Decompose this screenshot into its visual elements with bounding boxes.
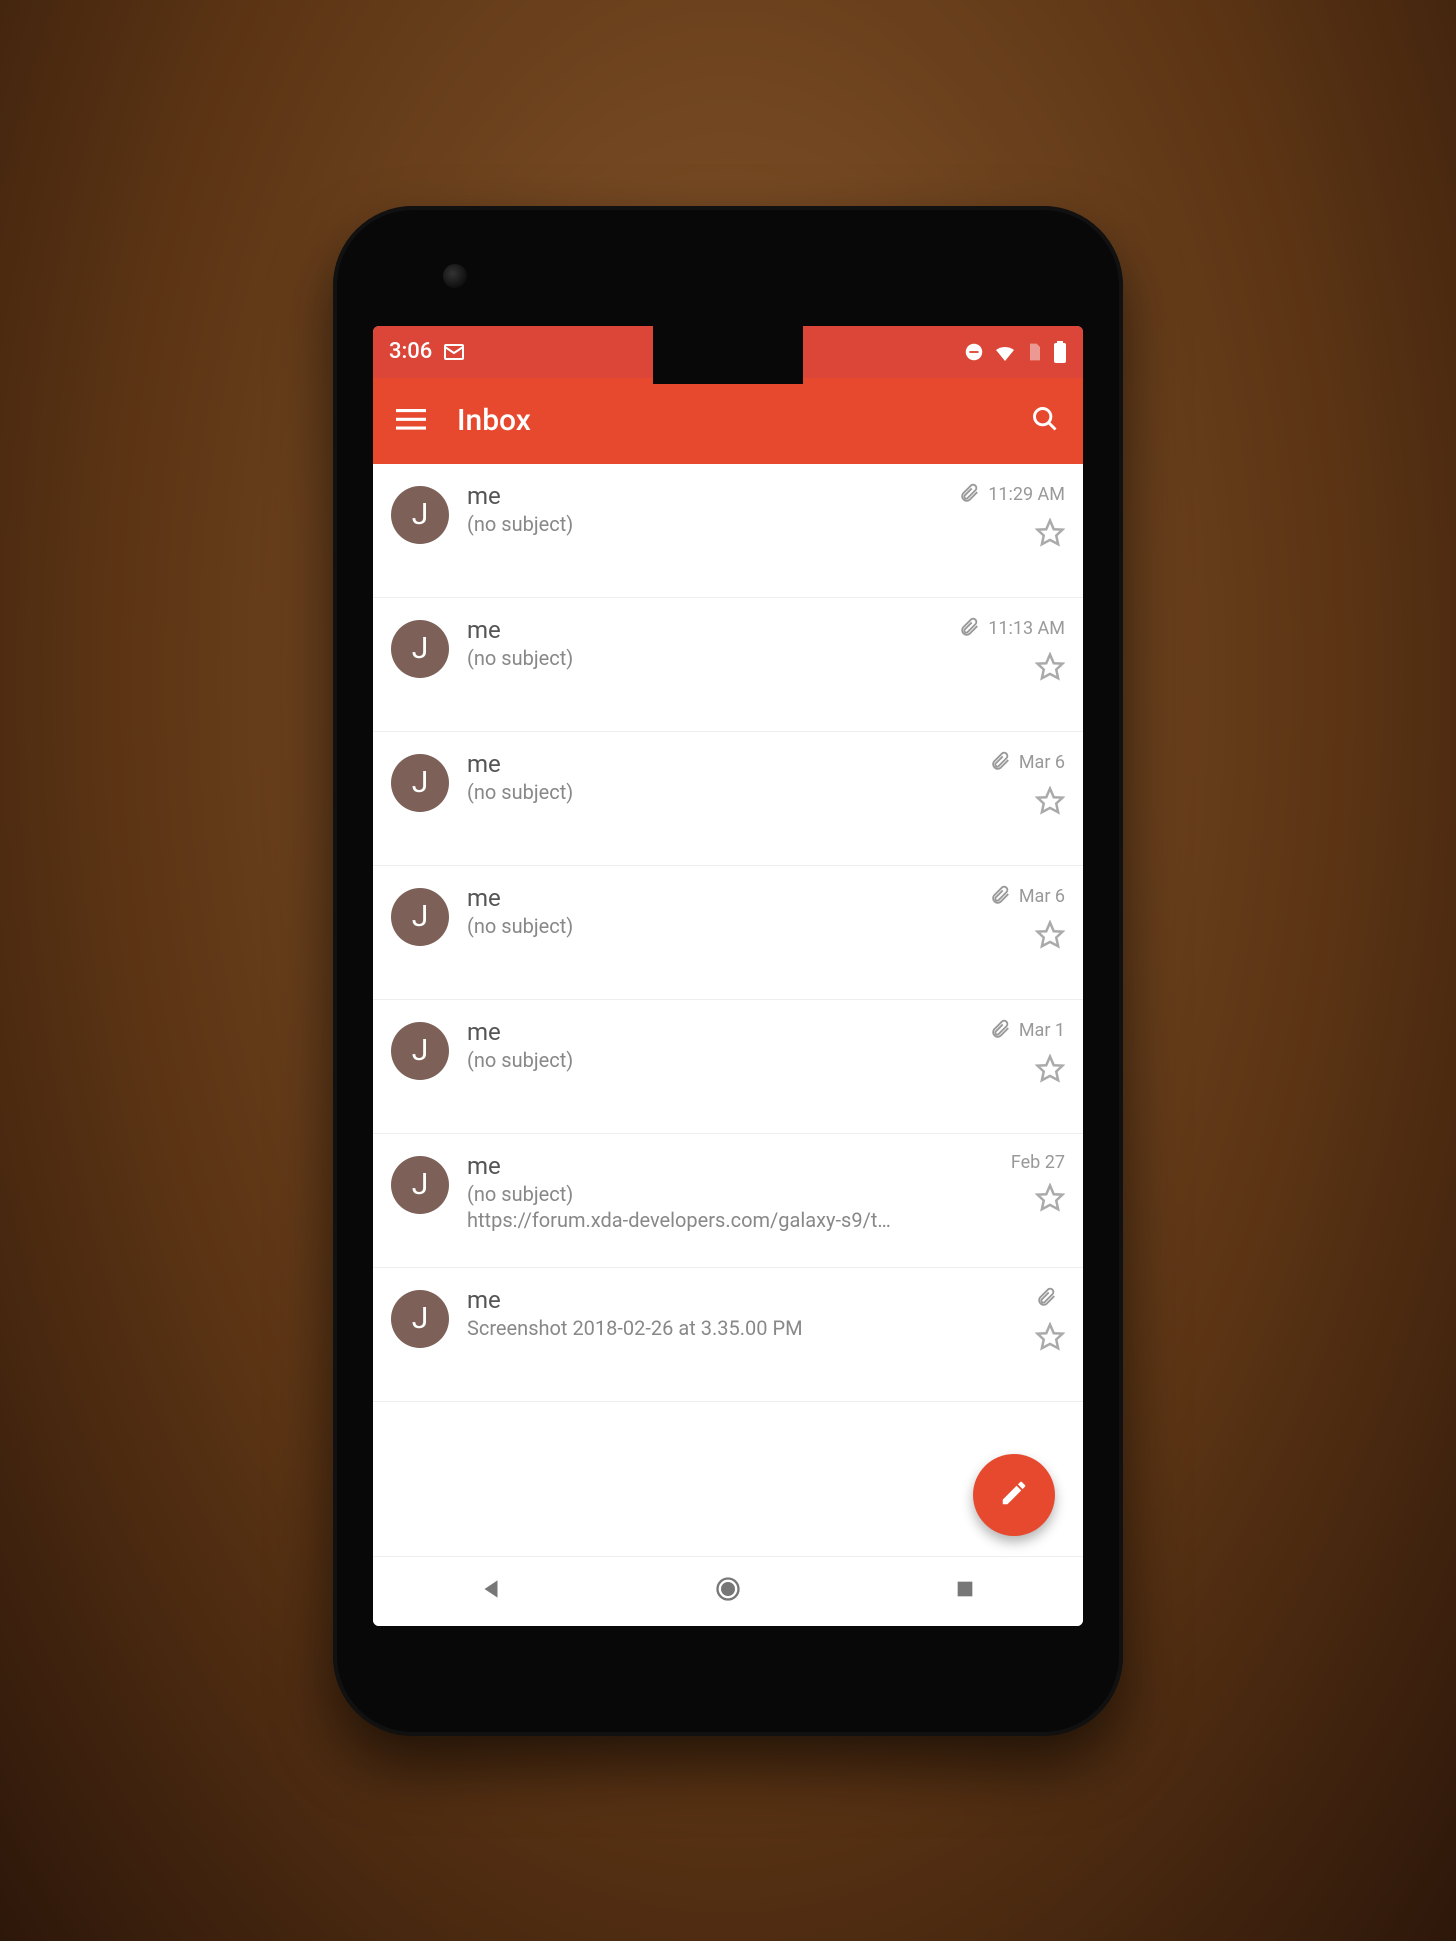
back-button[interactable] [474, 1574, 508, 1608]
email-meta: Mar 1 [955, 1018, 1065, 1119]
email-row[interactable]: J me (no subject) Mar 6 [373, 732, 1083, 866]
display-notch [653, 326, 803, 384]
sender-name: me [467, 1018, 937, 1047]
star-button[interactable] [1035, 1183, 1065, 1217]
email-time: 11:29 AM [988, 484, 1065, 505]
attachment-icon [958, 616, 980, 642]
sender-avatar[interactable]: J [391, 620, 449, 678]
email-body: me (no subject) [467, 750, 937, 851]
email-meta: Feb 27 [955, 1152, 1065, 1253]
do-not-disturb-icon [963, 341, 985, 363]
email-body: me (no subject) [467, 482, 937, 583]
attachment-icon [1035, 1286, 1057, 1312]
sender-name: me [467, 750, 937, 779]
sender-name: me [467, 884, 937, 913]
attachment-icon [989, 884, 1011, 910]
page-title: Inbox [457, 403, 999, 438]
star-button[interactable] [1035, 1322, 1065, 1356]
email-list[interactable]: J me (no subject) 11:29 AM J me (no subj… [373, 464, 1083, 1556]
circle-home-icon [714, 1575, 742, 1607]
email-meta: 11:13 AM [955, 616, 1065, 717]
battery-icon [1053, 341, 1067, 363]
phone-frame: 3:06 [333, 206, 1123, 1736]
status-clock: 3:06 [389, 339, 432, 364]
sender-name: me [467, 1152, 937, 1181]
email-row[interactable]: J me (no subject) https://forum.xda-deve… [373, 1134, 1083, 1268]
search-icon [1031, 405, 1059, 437]
email-body: me (no subject) https://forum.xda-develo… [467, 1152, 937, 1253]
attachment-icon [989, 1018, 1011, 1044]
wifi-icon [993, 340, 1017, 364]
email-meta: Mar 6 [955, 884, 1065, 985]
system-nav-bar [373, 1556, 1083, 1626]
email-subject: (no subject) [467, 646, 937, 670]
sender-avatar[interactable]: J [391, 1290, 449, 1348]
sender-avatar[interactable]: J [391, 486, 449, 544]
sender-name: me [467, 616, 937, 645]
sender-avatar[interactable]: J [391, 888, 449, 946]
star-button[interactable] [1035, 518, 1065, 552]
search-button[interactable] [1025, 401, 1065, 441]
gmail-status-icon [442, 340, 466, 364]
email-subject: (no subject) [467, 914, 937, 938]
sender-avatar[interactable]: J [391, 754, 449, 812]
email-time: Mar 6 [1019, 886, 1065, 907]
email-body: me (no subject) [467, 1018, 937, 1119]
email-row[interactable]: J me (no subject) 11:29 AM [373, 464, 1083, 598]
email-snippet: https://forum.xda-developers.com/galaxy-… [467, 1208, 937, 1232]
email-subject: (no subject) [467, 1048, 937, 1072]
pencil-icon [999, 1478, 1029, 1512]
recents-button[interactable] [948, 1574, 982, 1608]
email-body: me (no subject) [467, 616, 937, 717]
email-time: 11:13 AM [988, 618, 1065, 639]
star-button[interactable] [1035, 652, 1065, 686]
email-subject: (no subject) [467, 512, 937, 536]
home-button[interactable] [711, 1574, 745, 1608]
email-row[interactable]: J me (no subject) Mar 6 [373, 866, 1083, 1000]
screen: 3:06 [373, 326, 1083, 1626]
email-time: Mar 6 [1019, 752, 1065, 773]
star-button[interactable] [1035, 920, 1065, 954]
email-row[interactable]: J me (no subject) Mar 1 [373, 1000, 1083, 1134]
attachment-icon [989, 750, 1011, 776]
triangle-back-icon [478, 1576, 504, 1606]
email-meta: 11:29 AM [955, 482, 1065, 583]
email-subject: (no subject) [467, 780, 937, 804]
email-meta: Mar 6 [955, 750, 1065, 851]
attachment-icon [958, 482, 980, 508]
status-right [963, 340, 1067, 364]
square-recents-icon [954, 1578, 976, 1604]
no-sim-icon [1025, 341, 1045, 363]
app-bar: Inbox [373, 378, 1083, 464]
hamburger-icon [396, 404, 426, 438]
star-button[interactable] [1035, 1054, 1065, 1088]
compose-button[interactable] [973, 1454, 1055, 1536]
email-time: Feb 27 [1011, 1152, 1065, 1173]
sender-avatar[interactable]: J [391, 1156, 449, 1214]
email-subject: (no subject) [467, 1182, 937, 1206]
email-row[interactable]: J me (no subject) 11:13 AM [373, 598, 1083, 732]
email-time: Mar 1 [1019, 1020, 1065, 1041]
sender-name: me [467, 1286, 937, 1315]
sender-avatar[interactable]: J [391, 1022, 449, 1080]
email-meta [955, 1286, 1065, 1387]
sender-name: me [467, 482, 937, 511]
menu-button[interactable] [391, 401, 431, 441]
email-subject: Screenshot 2018-02-26 at 3.35.00 PM [467, 1316, 937, 1340]
status-left: 3:06 [389, 339, 466, 364]
star-button[interactable] [1035, 786, 1065, 820]
email-row[interactable]: J me Screenshot 2018-02-26 at 3.35.00 PM [373, 1268, 1083, 1402]
email-body: me Screenshot 2018-02-26 at 3.35.00 PM [467, 1286, 937, 1387]
email-body: me (no subject) [467, 884, 937, 985]
